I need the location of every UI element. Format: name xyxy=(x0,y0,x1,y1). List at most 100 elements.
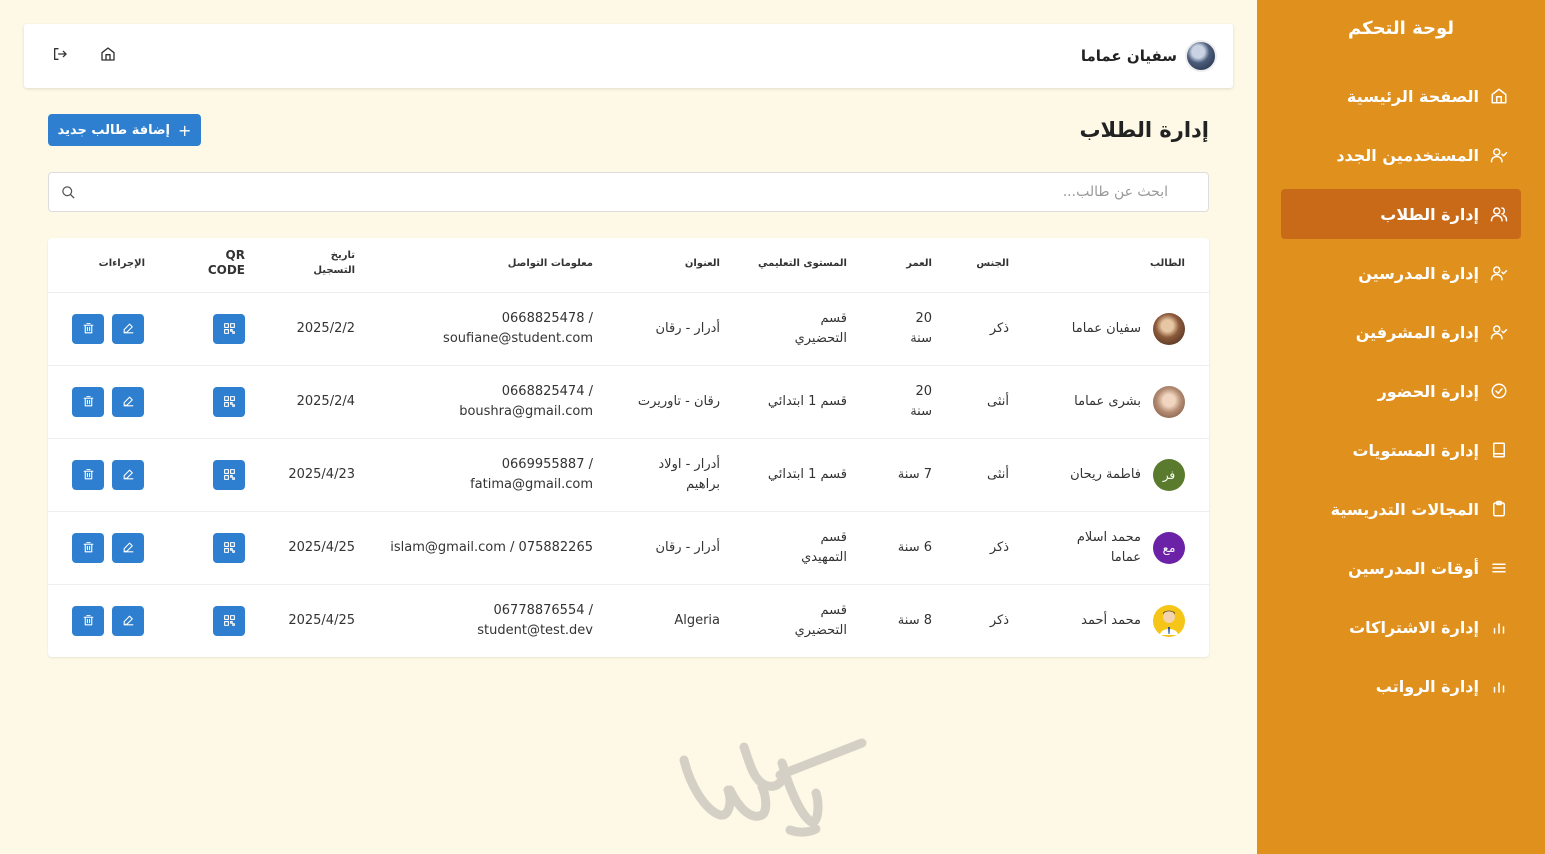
logout-icon xyxy=(52,47,68,66)
edit-icon xyxy=(122,393,135,412)
bar-chart-icon xyxy=(1489,617,1509,637)
edit-button[interactable] xyxy=(112,606,144,636)
qr-code-button[interactable] xyxy=(213,533,245,563)
table-row: بشرى عماما أنثى 20 سنة قسم 1 ابتدائي رقا… xyxy=(48,365,1209,438)
student-level: قسم 1 ابتدائي xyxy=(767,394,847,409)
edit-icon xyxy=(122,539,135,558)
search-icon xyxy=(61,185,77,201)
registration-date: 2025/4/25 xyxy=(288,540,355,555)
level-line2: التحضيري xyxy=(794,331,847,346)
registration-date: 2025/2/4 xyxy=(296,394,355,409)
user-check-icon xyxy=(1489,322,1509,342)
avatar: مع xyxy=(1153,532,1185,564)
header-level: المستوى التعليمي xyxy=(758,258,847,269)
user-check-icon xyxy=(1489,263,1509,283)
user-menu[interactable]: سفيان عماما xyxy=(1081,40,1217,72)
header-reg-date: تاريخ التسجيل xyxy=(313,248,355,278)
trash-icon xyxy=(82,320,95,339)
search-box xyxy=(48,172,1209,212)
plus-icon: + xyxy=(178,120,192,140)
avatar xyxy=(1153,313,1185,345)
qr-code-icon xyxy=(223,539,236,558)
sidebar-item-label: الصفحة الرئيسية xyxy=(1346,86,1479,106)
book-icon xyxy=(1489,440,1509,460)
add-student-button[interactable]: + إضافة طالب جديد xyxy=(48,114,201,146)
student-name: محمد اسلام عماما xyxy=(1077,528,1141,568)
home-button[interactable] xyxy=(100,46,120,66)
address-line2: براهيم xyxy=(686,477,720,492)
sidebar-item-subscriptions[interactable]: إدارة الاشتراكات xyxy=(1281,602,1521,652)
contact-phone: 0668825478 / xyxy=(501,311,593,326)
table-row: سفيان عماما ذكر 20 سنة قسم التحضيري أدرا… xyxy=(48,292,1209,365)
header-qr-line1: QR xyxy=(225,248,245,262)
sidebar-item-label: المستخدمين الجدد xyxy=(1336,145,1479,165)
age-value: 20 xyxy=(915,384,932,399)
delete-button[interactable] xyxy=(72,387,104,417)
student-age: 20 سنة xyxy=(910,382,932,422)
level-line1: قسم xyxy=(820,311,847,326)
student-level: قسم التمهيدي xyxy=(801,528,847,568)
contact-phone: 0669955887 / xyxy=(501,457,593,472)
student-address: أدرار - اولاد براهيم xyxy=(658,455,720,495)
qr-code-icon xyxy=(223,393,236,412)
edit-button[interactable] xyxy=(112,314,144,344)
age-unit: سنة xyxy=(910,331,932,346)
edit-button[interactable] xyxy=(112,387,144,417)
delete-button[interactable] xyxy=(72,606,104,636)
table-row: محمد أحمد ذكر 8 سنة قسم التحضيري Algeria… xyxy=(48,584,1209,657)
menu-icon xyxy=(1489,558,1509,578)
student-contact: islam@gmail.com / 075882265 xyxy=(390,540,593,555)
student-name: سفيان عماما xyxy=(1071,321,1141,336)
name-line1: محمد اسلام xyxy=(1076,530,1141,545)
registration-date: 2025/4/23 xyxy=(288,467,355,482)
sidebar-item-new-users[interactable]: المستخدمين الجدد xyxy=(1281,130,1521,180)
sidebar: لوحة التحكم الصفحة الرئيسية المستخدمين ا… xyxy=(1257,0,1545,854)
sidebar-item-salaries[interactable]: إدارة الرواتب xyxy=(1281,661,1521,711)
sidebar-item-levels[interactable]: إدارة المستويات xyxy=(1281,425,1521,475)
sidebar-item-supervisors[interactable]: إدارة المشرفين xyxy=(1281,307,1521,357)
students-table: الطالب الجنس العمر المستوى التعليمي العن… xyxy=(48,238,1209,657)
qr-code-button[interactable] xyxy=(213,606,245,636)
header-gender: الجنس xyxy=(976,258,1009,269)
delete-button[interactable] xyxy=(72,533,104,563)
avatar xyxy=(1185,40,1217,72)
sidebar-item-attendance[interactable]: إدارة الحضور xyxy=(1281,366,1521,416)
student-age: 7 سنة xyxy=(897,467,932,482)
sidebar-item-home[interactable]: الصفحة الرئيسية xyxy=(1281,71,1521,121)
sidebar-item-teacher-times[interactable]: أوقات المدرسين xyxy=(1281,543,1521,593)
trash-icon xyxy=(82,393,95,412)
registration-date: 2025/4/25 xyxy=(288,613,355,628)
student-address: أدرار - رقان xyxy=(655,321,720,336)
student-contact: 0668825478 / soufiane@student.com xyxy=(443,309,593,349)
level-line1: قسم xyxy=(820,530,847,545)
logout-button[interactable] xyxy=(52,46,72,66)
student-level: قسم التحضيري xyxy=(795,601,847,641)
student-name: محمد أحمد xyxy=(1081,613,1141,628)
check-circle-icon xyxy=(1489,381,1509,401)
qr-code-button[interactable] xyxy=(213,314,245,344)
header-student: الطالب xyxy=(1149,258,1185,269)
contact-email: boushra@gmail.com xyxy=(459,404,593,419)
qr-code-button[interactable] xyxy=(213,387,245,417)
contact-phone: 0668825474 / xyxy=(501,384,593,399)
sidebar-item-teachers[interactable]: إدارة المدرسين xyxy=(1281,248,1521,298)
contact-phone: 06778876554 / xyxy=(493,603,594,618)
edit-button[interactable] xyxy=(112,533,144,563)
age-unit: سنة xyxy=(910,404,932,419)
qr-code-button[interactable] xyxy=(213,460,245,490)
student-level: قسم 1 ابتدائي xyxy=(767,467,847,482)
edit-button[interactable] xyxy=(112,460,144,490)
name-line2: عماما xyxy=(1110,550,1141,565)
student-gender: ذكر xyxy=(989,540,1009,555)
header-reg-date-line1: تاريخ xyxy=(330,250,355,261)
avatar xyxy=(1153,386,1185,418)
sidebar-item-fields[interactable]: المجالات التدريسية xyxy=(1281,484,1521,534)
delete-button[interactable] xyxy=(72,314,104,344)
search-input[interactable] xyxy=(108,181,1168,203)
add-student-label: إضافة طالب جديد xyxy=(57,122,170,138)
student-gender: أنثى xyxy=(987,394,1009,409)
student-contact: 0669955887 / fatima@gmail.com xyxy=(470,455,593,495)
trash-icon xyxy=(82,466,95,485)
sidebar-item-students[interactable]: إدارة الطلاب xyxy=(1281,189,1521,239)
delete-button[interactable] xyxy=(72,460,104,490)
